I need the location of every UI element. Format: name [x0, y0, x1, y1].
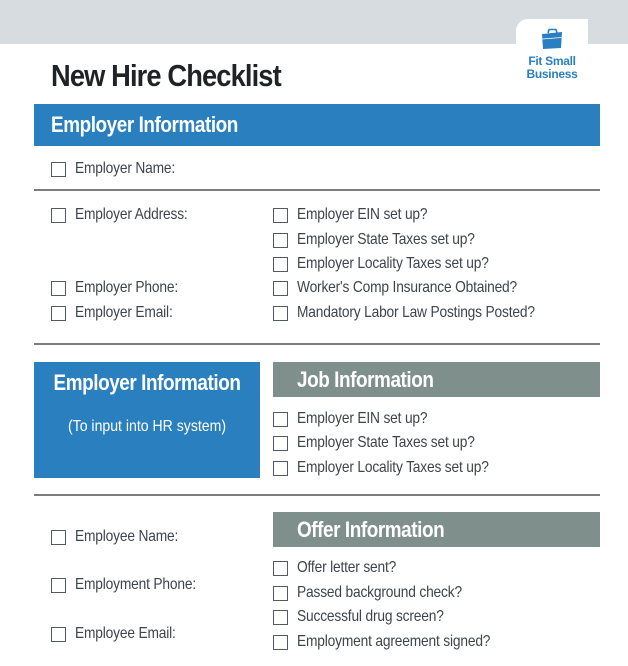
item-label: Employer Locality Taxes set up?	[297, 459, 489, 476]
employment-agreement-item[interactable]: Employment agreement signed?	[273, 632, 522, 652]
item-label: Offer letter sent?	[297, 559, 397, 576]
checkbox[interactable]	[273, 256, 288, 272]
checkbox[interactable]	[51, 529, 66, 545]
checkbox[interactable]	[273, 305, 288, 321]
item-label: Employer Phone:	[75, 279, 178, 296]
checkbox[interactable]	[273, 560, 288, 576]
employer-state-taxes-item[interactable]: Employer State Taxes set up?	[273, 230, 504, 250]
item-label: Employer Name:	[75, 160, 176, 177]
item-label: Employment agreement signed?	[297, 633, 491, 650]
hr-system-box: Employer Information (To input into HR s…	[34, 362, 260, 478]
employer-ein-item[interactable]: Employer EIN set up?	[273, 205, 449, 225]
item-label: Successful drug screen?	[297, 608, 444, 625]
item-label: Passed background check?	[297, 584, 462, 601]
employer-locality-taxes-item[interactable]: Employer Locality Taxes set up?	[273, 254, 520, 274]
employee-email-item[interactable]: Employee Email:	[51, 624, 192, 644]
brand-name: Fit Small Business	[516, 55, 588, 81]
employer-address-item[interactable]: Employer Address:	[51, 205, 206, 225]
item-label: Employee Name:	[75, 528, 179, 545]
hr-box-title: Employer Information	[53, 370, 241, 395]
page-title: New Hire Checklist	[51, 58, 282, 93]
checkbox[interactable]	[273, 280, 288, 296]
item-label: Employer State Taxes set up?	[297, 231, 475, 248]
checkbox[interactable]	[273, 634, 288, 650]
employer-header-label: Employer Information	[51, 112, 238, 137]
checkbox[interactable]	[51, 577, 66, 593]
job-header-label: Job Information	[297, 367, 434, 392]
checkbox[interactable]	[273, 232, 288, 248]
checkbox[interactable]	[273, 585, 288, 601]
drug-screen-item[interactable]: Successful drug screen?	[273, 607, 468, 627]
checkbox[interactable]	[51, 626, 66, 642]
item-label: Worker's Comp Insurance Obtained?	[297, 279, 518, 296]
background-check-item[interactable]: Passed background check?	[273, 583, 489, 603]
checkbox[interactable]	[273, 609, 288, 625]
offer-header-label: Offer Information	[297, 517, 445, 542]
item-label: Employer Address:	[75, 206, 188, 223]
item-label: Employer Email:	[75, 304, 173, 321]
employer-information-header: Employer Information	[34, 104, 600, 146]
checkbox[interactable]	[273, 435, 288, 451]
item-label: Employer EIN set up?	[297, 410, 428, 427]
job-locality-taxes-item[interactable]: Employer Locality Taxes set up?	[273, 458, 520, 478]
job-information-header: Job Information	[273, 362, 600, 397]
hr-box-subtitle: (To input into HR system)	[67, 418, 227, 435]
workers-comp-item[interactable]: Worker's Comp Insurance Obtained?	[273, 278, 553, 298]
divider	[34, 343, 600, 345]
offer-information-header: Offer Information	[273, 512, 600, 547]
item-label: Employer Locality Taxes set up?	[297, 255, 489, 272]
item-label: Employee Email:	[75, 625, 176, 642]
briefcase-icon	[542, 28, 562, 49]
checkbox[interactable]	[273, 207, 288, 223]
checkbox[interactable]	[51, 161, 66, 177]
employer-phone-item[interactable]: Employer Phone:	[51, 278, 195, 298]
employer-name-item[interactable]: Employer Name:	[51, 159, 191, 179]
item-label: Mandatory Labor Law Postings Posted?	[297, 304, 535, 321]
employment-phone-item[interactable]: Employment Phone:	[51, 575, 216, 595]
brand-logo: Fit Small Business	[516, 19, 588, 89]
job-state-taxes-item[interactable]: Employer State Taxes set up?	[273, 433, 504, 453]
checkbox[interactable]	[273, 411, 288, 427]
employee-name-item[interactable]: Employee Name:	[51, 527, 195, 547]
checkbox[interactable]	[273, 460, 288, 476]
brand-line-2: Business	[526, 67, 578, 81]
checkbox[interactable]	[51, 207, 66, 223]
checkbox[interactable]	[51, 305, 66, 321]
divider	[34, 189, 600, 191]
divider	[34, 494, 600, 496]
job-ein-item[interactable]: Employer EIN set up?	[273, 409, 449, 429]
item-label: Employer State Taxes set up?	[297, 434, 475, 451]
checkbox[interactable]	[51, 280, 66, 296]
item-label: Employment Phone:	[75, 576, 196, 593]
offer-letter-item[interactable]: Offer letter sent?	[273, 558, 412, 578]
employer-email-item[interactable]: Employer Email:	[51, 303, 188, 323]
item-label: Employer EIN set up?	[297, 206, 428, 223]
labor-law-postings-item[interactable]: Mandatory Labor Law Postings Posted?	[273, 303, 574, 323]
